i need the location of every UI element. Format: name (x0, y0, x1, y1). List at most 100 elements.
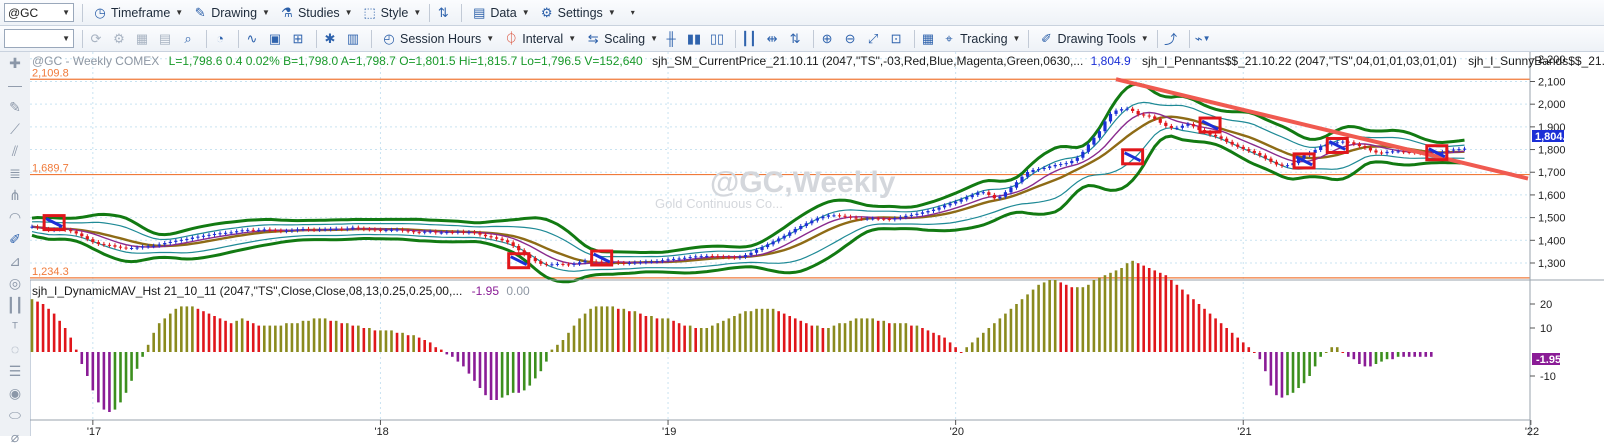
histogram-bar (1098, 277, 1101, 352)
image-button[interactable]: ▣ (265, 29, 285, 49)
histogram-bar (1363, 352, 1367, 367)
add-chart-button[interactable]: ⤴ (1161, 29, 1181, 49)
histogram-bar (390, 330, 393, 352)
price-bar-body (771, 241, 775, 245)
fib-tool[interactable]: ≣ (0, 162, 30, 184)
menu-scaling[interactable]: ⇆ Scaling ▼ (586, 28, 658, 50)
price-bar-body (163, 243, 167, 245)
gear-button[interactable]: ⚙ (109, 29, 129, 49)
bar-chart-button[interactable]: ╫ (661, 29, 681, 49)
channel-tool[interactable]: ⫽ (0, 140, 30, 162)
menu-settings[interactable]: ⚙ Settings ▼ (540, 2, 616, 24)
histogram-bar (744, 311, 747, 352)
menu-studies[interactable]: ⚗ Studies ▼ (280, 2, 352, 24)
arc-tool[interactable]: ◌ (0, 338, 30, 360)
target-icon: ◉ (8, 384, 22, 401)
price-bar-body (1037, 169, 1041, 171)
pen-tool[interactable]: ✐ (0, 228, 30, 250)
target-tool[interactable]: ◉ (0, 382, 30, 404)
vertical-line-tool[interactable]: ┃┃ (0, 294, 30, 316)
price-bar-body (1097, 131, 1102, 138)
grid-button[interactable]: ▦ (132, 29, 152, 49)
study-pennants[interactable]: sjh_I_Pennants$$_21.10.22 (2047,"TS",04,… (1142, 54, 1457, 68)
price-bar-body (1379, 152, 1384, 154)
menu-drawing[interactable]: ✎ Drawing ▼ (193, 2, 270, 24)
grid-toggle-button[interactable]: ▦ (918, 29, 938, 49)
wave-button[interactable]: ∿ (242, 29, 262, 49)
fit-button[interactable]: ⤢ (863, 29, 883, 49)
gann-tool[interactable]: ⊿ (0, 250, 30, 272)
refresh-button[interactable]: ⟳ (86, 29, 106, 49)
toolbar-overflow[interactable]: ▾ (626, 2, 635, 24)
spiral-tool[interactable]: ◎ (0, 272, 30, 294)
histogram-bar (572, 325, 576, 352)
price-bar-body (666, 259, 670, 261)
price-bar-body (1180, 125, 1184, 128)
bars-button[interactable]: ┃┃ (739, 29, 759, 49)
study-current-price[interactable]: sjh_SM_CurrentPrice_21.10.11 (2047,"TS",… (652, 54, 1083, 68)
pattern-button[interactable]: ⊞ (288, 29, 308, 49)
hollow-candle-button[interactable]: ▯▯ (707, 29, 727, 49)
price-bar-body (229, 232, 233, 234)
horizontal-line-tool[interactable]: ― (0, 74, 30, 96)
candle-chart-button[interactable]: ▮▮ (684, 29, 704, 49)
more-button[interactable]: ⌁ ▼ (1193, 29, 1213, 49)
reset-button[interactable]: ⊡ (886, 29, 906, 49)
histogram-bar (887, 323, 891, 352)
zoom-out-button[interactable]: ⊖ (840, 29, 860, 49)
reset-icon: ⊡ (890, 30, 902, 46)
text-tool[interactable]: ᵀ (0, 316, 30, 338)
lines-tool[interactable]: ☰ (0, 360, 30, 382)
trendline-tool[interactable]: ⟋ (0, 118, 30, 140)
price-bar-body (190, 237, 194, 239)
format-button[interactable]: ▥ (343, 29, 363, 49)
histogram-bar (1264, 352, 1267, 372)
price-bar-body (1169, 125, 1173, 128)
histogram-bar (517, 352, 521, 393)
menu-timeframe[interactable]: ◷ Timeframe ▼ (93, 2, 183, 24)
histogram-bar (180, 306, 183, 352)
erase-tool[interactable]: ⌀ (0, 426, 30, 448)
histogram-bar (274, 325, 277, 352)
zoom-button[interactable]: ⌕ (178, 29, 198, 49)
histogram-bar (146, 344, 150, 352)
price-chart[interactable]: 2,109.8 1,689.7 1,234.3 @GC,Weekly Gold Co… (30, 52, 1604, 436)
price-bar-body (1175, 127, 1179, 129)
menu-style[interactable]: ⬚ Style ▼ (363, 2, 421, 24)
price-bar-body (882, 218, 886, 220)
menu-drawing-tools[interactable]: ✐ Drawing Tools ▼ (1039, 28, 1149, 50)
interval-combo[interactable]: ▼ (4, 29, 74, 48)
menu-interval[interactable]: ⏀ Interval ▼ (504, 28, 576, 50)
chevron-down-icon[interactable]: ▼ (62, 8, 70, 17)
price-bar-body (1042, 167, 1046, 170)
zoom-in-button[interactable]: ⊕ (817, 29, 837, 49)
menu-session-hours[interactable]: ◴ Session Hours ▼ (382, 28, 494, 50)
price-bar-body (600, 261, 604, 263)
fan-tool[interactable]: ⋔ (0, 184, 30, 206)
chevron-down-icon[interactable]: ▼ (62, 34, 70, 43)
price-bar-body (395, 229, 399, 231)
menu-data[interactable]: ▤ Data ▼ (472, 2, 529, 24)
price-bar-body (102, 243, 106, 245)
menu-tracking[interactable]: ⌖ Tracking ▼ (942, 28, 1020, 50)
settings2-button[interactable]: ✱ (320, 29, 340, 49)
histogram-bar (80, 352, 84, 364)
speed-button[interactable]: ◔ (210, 29, 230, 49)
cycle-tool[interactable]: ◠ (0, 206, 30, 228)
link-button[interactable]: ⇅ (785, 29, 805, 49)
crosshair-tool[interactable]: ✚ (0, 52, 30, 74)
lower-study-title[interactable]: sjh_I_DynamicMAV_Hst 21_10_11 (2047,"TS"… (32, 284, 462, 298)
price-bar-body (1191, 124, 1196, 127)
study-sunny-bands[interactable]: sjh_I_SunnyBands$$_21.10.22 ... (1468, 54, 1604, 68)
histogram-bar (943, 337, 946, 352)
price-bar-body (539, 261, 543, 264)
pencil-tool[interactable]: ✎ (0, 96, 30, 118)
shift-button[interactable]: ⇹ (762, 29, 782, 49)
oval-tool[interactable]: ⬭ (0, 404, 30, 426)
y-tick-label: 1,800 (1538, 145, 1566, 157)
histogram-bar (412, 335, 415, 352)
price-bar-body (1230, 141, 1234, 145)
symbol-combo[interactable]: @GC ▼ (4, 3, 74, 22)
link-charts-button[interactable]: ⇅ (433, 3, 453, 23)
table-button[interactable]: ▤ (155, 29, 175, 49)
